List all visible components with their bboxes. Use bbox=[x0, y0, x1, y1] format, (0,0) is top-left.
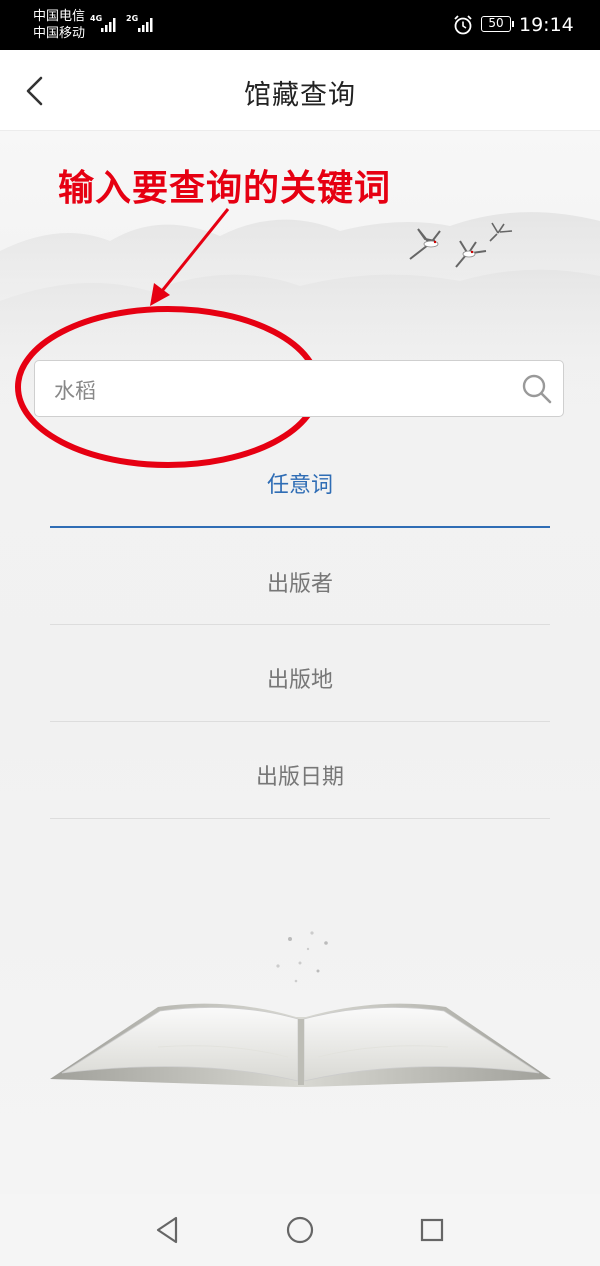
search-button[interactable] bbox=[519, 371, 555, 407]
tab-any-word[interactable]: 任意词 bbox=[50, 467, 550, 499]
status-bar: 中国电信 中国移动 4G 2G 50 19:14 bbox=[0, 0, 600, 50]
alarm-icon bbox=[454, 15, 472, 35]
system-navigation-bar bbox=[0, 1194, 600, 1266]
tab-publisher[interactable]: 出版者 bbox=[50, 566, 550, 598]
signal-icon-2 bbox=[138, 18, 153, 32]
tab-publish-date[interactable]: 出版日期 bbox=[50, 759, 550, 791]
search-input[interactable] bbox=[52, 372, 496, 408]
nav-recents-button[interactable] bbox=[414, 1212, 450, 1248]
nav-recents-icon bbox=[420, 1218, 444, 1242]
nav-back-icon bbox=[156, 1216, 178, 1244]
tab-divider bbox=[50, 721, 550, 722]
battery-indicator: 50 bbox=[481, 16, 514, 32]
carrier-2: 中国移动 bbox=[33, 26, 86, 41]
search-box[interactable] bbox=[34, 360, 564, 417]
page-title: 馆藏查询 bbox=[244, 80, 356, 111]
nav-home-button[interactable] bbox=[282, 1212, 318, 1248]
carrier-1: 中国电信 bbox=[33, 9, 86, 24]
search-icon bbox=[522, 374, 552, 404]
app-header: 馆藏查询 bbox=[0, 50, 600, 131]
tab-publish-place[interactable]: 出版地 bbox=[50, 662, 550, 694]
signal-icon bbox=[101, 18, 116, 32]
main-content: 输入要查询的关键词 任意词 出版者 出版地 出版日期 bbox=[0, 131, 600, 1194]
tab-divider bbox=[50, 624, 550, 625]
clock: 19:14 bbox=[519, 14, 574, 36]
tab-divider-active bbox=[50, 526, 550, 528]
tab-divider bbox=[50, 818, 550, 819]
nav-home-icon bbox=[286, 1216, 314, 1244]
nav-back-button[interactable] bbox=[150, 1212, 186, 1248]
open-book-illustration bbox=[50, 1003, 551, 1087]
sparkle-dots bbox=[276, 931, 328, 983]
